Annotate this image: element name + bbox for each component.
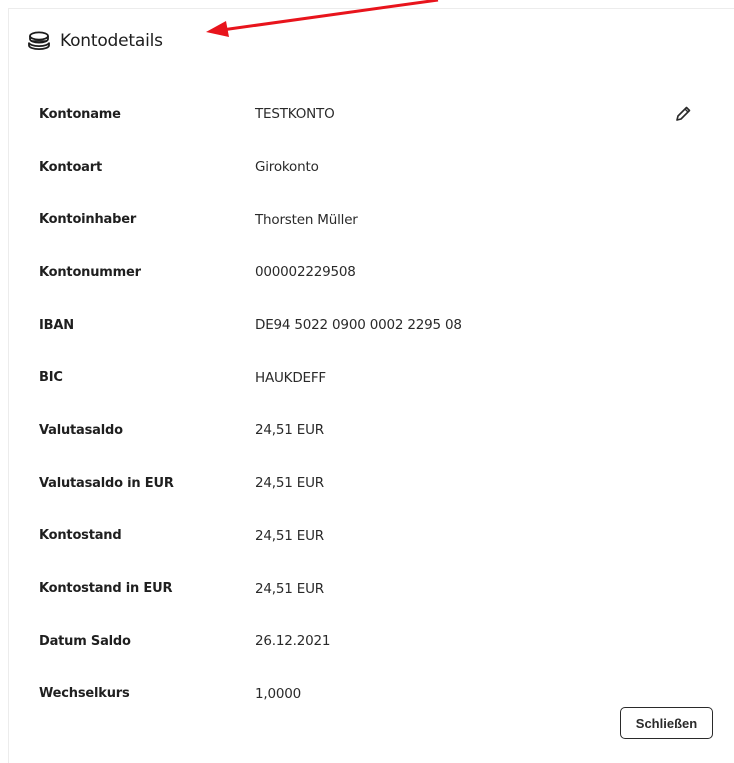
detail-row-wechselkurs: Wechselkurs 1,0000 — [39, 668, 699, 721]
detail-row-kontoinhaber: Kontoinhaber Thorsten Müller — [39, 193, 699, 246]
detail-row-iban: IBAN DE94 5022 0900 0002 2295 08 — [39, 299, 699, 352]
detail-value: Thorsten Müller — [255, 211, 358, 228]
detail-row-valutasaldo-eur: Valutasaldo in EUR 24,51 EUR — [39, 457, 699, 510]
dialog-header: Kontodetails — [26, 30, 163, 52]
detail-label: Kontostand — [39, 528, 122, 544]
detail-label: Kontonummer — [39, 264, 141, 280]
page: Kontodetails Kontoname TESTKONTO Kontoar… — [0, 0, 734, 763]
dialog-title: Kontodetails — [60, 31, 163, 51]
detail-label: Kontoart — [39, 159, 102, 175]
detail-label: Kontoinhaber — [39, 212, 137, 228]
detail-value: 26.12.2021 — [255, 633, 331, 650]
detail-label: Valutasaldo — [39, 422, 123, 438]
detail-value: Girokonto — [255, 159, 319, 176]
detail-row-kontoart: Kontoart Girokonto — [39, 141, 699, 194]
detail-value: 24,51 EUR — [255, 580, 324, 597]
detail-value: 24,51 EUR — [255, 422, 324, 439]
detail-row-kontostand-eur: Kontostand in EUR 24,51 EUR — [39, 562, 699, 615]
detail-value: TESTKONTO — [255, 106, 335, 123]
coin-stack-icon — [28, 31, 50, 51]
detail-row-kontoname: Kontoname TESTKONTO — [39, 88, 699, 141]
detail-value: 1,0000 — [255, 685, 302, 702]
detail-value: DE94 5022 0900 0002 2295 08 — [255, 317, 462, 334]
detail-row-kontostand: Kontostand 24,51 EUR — [39, 510, 699, 563]
detail-label: BIC — [39, 370, 63, 386]
detail-label: Kontoname — [39, 106, 121, 122]
detail-row-bic: BIC HAUKDEFF — [39, 351, 699, 404]
pencil-icon[interactable] — [673, 104, 693, 124]
detail-label: Wechselkurs — [39, 686, 130, 702]
close-button[interactable]: Schließen — [620, 707, 713, 739]
detail-label: Kontostand in EUR — [39, 581, 173, 597]
detail-value: HAUKDEFF — [255, 369, 326, 386]
detail-value: 000002229508 — [255, 264, 356, 281]
detail-row-kontonummer: Kontonummer 000002229508 — [39, 246, 699, 299]
detail-row-valutasaldo: Valutasaldo 24,51 EUR — [39, 404, 699, 457]
details-list: Kontoname TESTKONTO Kontoart Girokonto K… — [39, 88, 699, 720]
detail-row-datum-saldo: Datum Saldo 26.12.2021 — [39, 615, 699, 668]
detail-value: 24,51 EUR — [255, 475, 324, 492]
detail-label: Datum Saldo — [39, 633, 131, 649]
detail-label: Valutasaldo in EUR — [39, 475, 174, 491]
detail-value: 24,51 EUR — [255, 527, 324, 544]
detail-label: IBAN — [39, 317, 74, 333]
